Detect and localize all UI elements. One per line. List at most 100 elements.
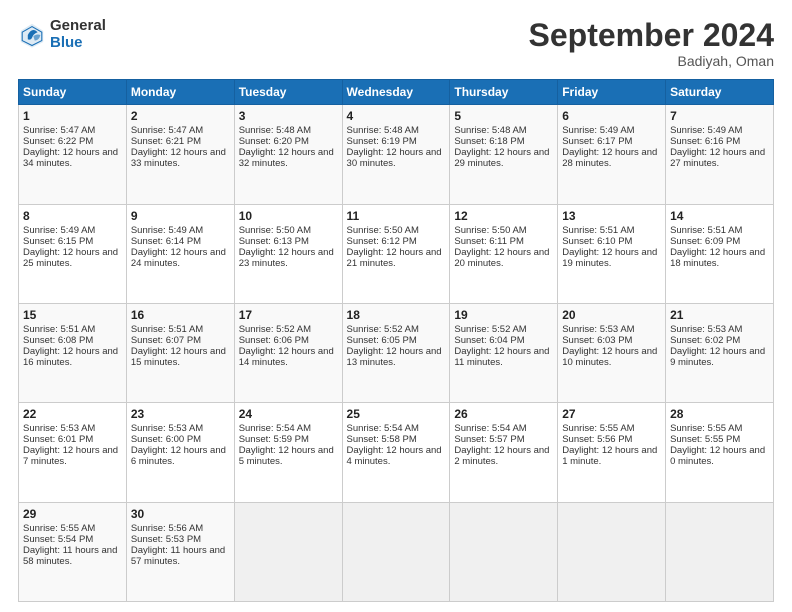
month-title: September 2024	[529, 18, 774, 53]
sunrise-label: Sunrise: 5:48 AM	[239, 125, 311, 136]
logo-text: General Blue	[50, 18, 106, 51]
daylight-label: Daylight: 12 hours and 0 minutes.	[670, 445, 765, 467]
table-row	[342, 502, 450, 601]
col-friday: Friday	[558, 80, 666, 105]
table-row: 14Sunrise: 5:51 AMSunset: 6:09 PMDayligh…	[666, 204, 774, 303]
daylight-label: Daylight: 12 hours and 18 minutes.	[670, 247, 765, 269]
day-number: 27	[562, 407, 661, 421]
sunset-label: Sunset: 6:02 PM	[670, 335, 740, 346]
logo-blue-text: Blue	[50, 35, 106, 52]
day-number: 29	[23, 507, 122, 521]
day-number: 2	[131, 109, 230, 123]
table-row: 12Sunrise: 5:50 AMSunset: 6:11 PMDayligh…	[450, 204, 558, 303]
sunrise-label: Sunrise: 5:51 AM	[562, 225, 634, 236]
daylight-label: Daylight: 12 hours and 25 minutes.	[23, 247, 118, 269]
sunrise-label: Sunrise: 5:49 AM	[670, 125, 742, 136]
daylight-label: Daylight: 12 hours and 9 minutes.	[670, 346, 765, 368]
sunrise-label: Sunrise: 5:49 AM	[23, 225, 95, 236]
day-number: 7	[670, 109, 769, 123]
daylight-label: Daylight: 12 hours and 28 minutes.	[562, 147, 657, 169]
sunrise-label: Sunrise: 5:53 AM	[562, 324, 634, 335]
day-number: 24	[239, 407, 338, 421]
daylight-label: Daylight: 12 hours and 7 minutes.	[23, 445, 118, 467]
table-row: 10Sunrise: 5:50 AMSunset: 6:13 PMDayligh…	[234, 204, 342, 303]
table-row: 4Sunrise: 5:48 AMSunset: 6:19 PMDaylight…	[342, 105, 450, 204]
logo: General Blue	[18, 18, 106, 51]
table-row: 23Sunrise: 5:53 AMSunset: 6:00 PMDayligh…	[126, 403, 234, 502]
table-row: 13Sunrise: 5:51 AMSunset: 6:10 PMDayligh…	[558, 204, 666, 303]
daylight-label: Daylight: 12 hours and 10 minutes.	[562, 346, 657, 368]
sunset-label: Sunset: 6:18 PM	[454, 136, 524, 147]
sunset-label: Sunset: 6:20 PM	[239, 136, 309, 147]
day-number: 22	[23, 407, 122, 421]
sunset-label: Sunset: 6:16 PM	[670, 136, 740, 147]
day-number: 30	[131, 507, 230, 521]
table-row: 2Sunrise: 5:47 AMSunset: 6:21 PMDaylight…	[126, 105, 234, 204]
table-row: 15Sunrise: 5:51 AMSunset: 6:08 PMDayligh…	[19, 303, 127, 402]
daylight-label: Daylight: 11 hours and 58 minutes.	[23, 545, 117, 567]
day-number: 16	[131, 308, 230, 322]
day-number: 28	[670, 407, 769, 421]
sunset-label: Sunset: 6:11 PM	[454, 236, 524, 247]
table-row: 17Sunrise: 5:52 AMSunset: 6:06 PMDayligh…	[234, 303, 342, 402]
page: General Blue September 2024 Badiyah, Oma…	[0, 0, 792, 612]
day-number: 19	[454, 308, 553, 322]
table-row: 20 Sunrise: 5:53 AMSunset: 6:03 PMDayligh…	[558, 303, 666, 402]
daylight-label: Daylight: 12 hours and 19 minutes.	[562, 247, 657, 269]
sunrise-label: Sunrise: 5:55 AM	[670, 423, 742, 434]
title-block: September 2024 Badiyah, Oman	[529, 18, 774, 69]
sunrise-label: Sunrise: 5:52 AM	[347, 324, 419, 335]
sunset-label: Sunset: 6:12 PM	[347, 236, 417, 247]
sunset-label: Sunset: 5:55 PM	[670, 434, 740, 445]
daylight-label: Daylight: 12 hours and 20 minutes.	[454, 247, 549, 269]
day-number: 26	[454, 407, 553, 421]
sunrise-label: Sunrise: 5:50 AM	[454, 225, 526, 236]
sunset-label: Sunset: 6:22 PM	[23, 136, 93, 147]
daylight-label: Daylight: 12 hours and 6 minutes.	[131, 445, 226, 467]
day-number: 25	[347, 407, 446, 421]
daylight-label: Daylight: 12 hours and 15 minutes.	[131, 346, 226, 368]
col-tuesday: Tuesday	[234, 80, 342, 105]
daylight-label: Daylight: 12 hours and 32 minutes.	[239, 147, 334, 169]
logo-general-text: General	[50, 18, 106, 35]
day-number: 14	[670, 209, 769, 223]
day-number: 9	[131, 209, 230, 223]
sunset-label: Sunset: 6:06 PM	[239, 335, 309, 346]
sunrise-label: Sunrise: 5:48 AM	[454, 125, 526, 136]
day-number: 11	[347, 209, 446, 223]
daylight-label: Daylight: 12 hours and 24 minutes.	[131, 247, 226, 269]
daylight-label: Daylight: 11 hours and 57 minutes.	[131, 545, 225, 567]
daylight-label: Daylight: 12 hours and 1 minute.	[562, 445, 657, 467]
daylight-label: Daylight: 12 hours and 27 minutes.	[670, 147, 765, 169]
daylight-label: Daylight: 12 hours and 30 minutes.	[347, 147, 442, 169]
daylight-label: Daylight: 12 hours and 4 minutes.	[347, 445, 442, 467]
table-row: 11Sunrise: 5:50 AMSunset: 6:12 PMDayligh…	[342, 204, 450, 303]
daylight-label: Daylight: 12 hours and 34 minutes.	[23, 147, 118, 169]
sunrise-label: Sunrise: 5:51 AM	[131, 324, 203, 335]
sunset-label: Sunset: 6:03 PM	[562, 335, 632, 346]
daylight-label: Daylight: 12 hours and 5 minutes.	[239, 445, 334, 467]
sunrise-label: Sunrise: 5:51 AM	[23, 324, 95, 335]
table-row: 18Sunrise: 5:52 AMSunset: 6:05 PMDayligh…	[342, 303, 450, 402]
sunset-label: Sunset: 5:58 PM	[347, 434, 417, 445]
weekday-header-row: Sunday Monday Tuesday Wednesday Thursday…	[19, 80, 774, 105]
sunrise-label: Sunrise: 5:52 AM	[454, 324, 526, 335]
sunrise-label: Sunrise: 5:53 AM	[131, 423, 203, 434]
sunset-label: Sunset: 6:05 PM	[347, 335, 417, 346]
sunrise-label: Sunrise: 5:55 AM	[23, 523, 95, 534]
sunrise-label: Sunrise: 5:47 AM	[23, 125, 95, 136]
sunset-label: Sunset: 6:21 PM	[131, 136, 201, 147]
table-row	[450, 502, 558, 601]
sunrise-label: Sunrise: 5:48 AM	[347, 125, 419, 136]
sunset-label: Sunset: 6:15 PM	[23, 236, 93, 247]
table-row: 19Sunrise: 5:52 AMSunset: 6:04 PMDayligh…	[450, 303, 558, 402]
daylight-label: Daylight: 12 hours and 14 minutes.	[239, 346, 334, 368]
table-row: 1Sunrise: 5:47 AMSunset: 6:22 PMDaylight…	[19, 105, 127, 204]
sunrise-label: Sunrise: 5:54 AM	[239, 423, 311, 434]
table-row	[666, 502, 774, 601]
location: Badiyah, Oman	[529, 53, 774, 69]
col-saturday: Saturday	[666, 80, 774, 105]
calendar: Sunday Monday Tuesday Wednesday Thursday…	[18, 79, 774, 602]
day-number: 20	[562, 308, 661, 322]
day-number: 17	[239, 308, 338, 322]
